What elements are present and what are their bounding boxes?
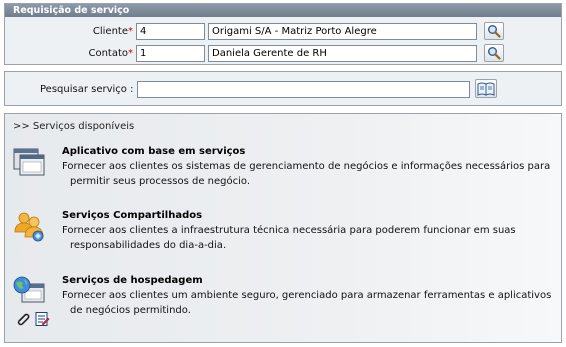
- service-catalog-button[interactable]: [475, 79, 497, 98]
- shared-users-icon: [14, 212, 44, 242]
- client-lookup-button[interactable]: [484, 22, 504, 40]
- application-windows-icon: [13, 148, 45, 176]
- search-label: Pesquisar serviço :: [40, 84, 134, 95]
- service-name[interactable]: Serviços de hospedagem: [62, 275, 203, 286]
- available-services-panel: >> Serviços disponíveis Aplicativo com b…: [4, 113, 562, 343]
- contact-code-input[interactable]: [136, 45, 205, 62]
- action-icons: [15, 311, 50, 327]
- service-description-line: de negócios permitindo.: [70, 305, 191, 316]
- client-name-input[interactable]: [208, 23, 477, 40]
- service-description-line: Fornecer aos clientes a infraestrutura t…: [62, 225, 516, 236]
- contact-name-input[interactable]: [208, 45, 477, 62]
- magnifier-icon: [488, 47, 501, 60]
- paperclip-icon[interactable]: [15, 311, 31, 327]
- client-code-input[interactable]: [136, 23, 205, 40]
- required-mark: *: [128, 48, 133, 59]
- service-name[interactable]: Aplicativo com base em serviços: [62, 146, 245, 157]
- service-description-line: Fornecer aos clientes um ambiente seguro…: [62, 290, 552, 301]
- client-label: Cliente*: [92, 26, 133, 37]
- hosting-globe-icon: [13, 276, 45, 303]
- contact-label: Contato*: [88, 48, 133, 59]
- client-row: Cliente*: [5, 22, 561, 43]
- service-description: Fornecer aos clientes a infraestrutura t…: [62, 223, 557, 253]
- magnifier-icon: [488, 25, 501, 38]
- search-service-input[interactable]: [137, 81, 470, 98]
- contact-row: Contato*: [5, 44, 561, 65]
- edit-form-icon[interactable]: [34, 311, 50, 327]
- panel-title: Requisição de serviço: [5, 4, 561, 17]
- service-name[interactable]: Serviços Compartilhados: [62, 210, 202, 221]
- service-description: Fornecer aos clientes um ambiente seguro…: [62, 288, 557, 318]
- service-description-line: responsabilidades do dia-a-dia.: [70, 240, 227, 251]
- contact-lookup-button[interactable]: [484, 44, 504, 62]
- open-book-icon: [477, 82, 495, 96]
- service-description-line: Fornecer aos clientes os sistemas de ger…: [62, 161, 551, 172]
- service-request-panel: Requisição de serviço Cliente* Contato*: [4, 3, 562, 65]
- services-title: >> Serviços disponíveis: [13, 121, 135, 132]
- service-description-line: permitir seus processos de negócio.: [70, 176, 250, 187]
- required-mark: *: [128, 26, 133, 37]
- search-panel: Pesquisar serviço :: [4, 71, 562, 106]
- service-description: Fornecer aos clientes os sistemas de ger…: [62, 159, 557, 189]
